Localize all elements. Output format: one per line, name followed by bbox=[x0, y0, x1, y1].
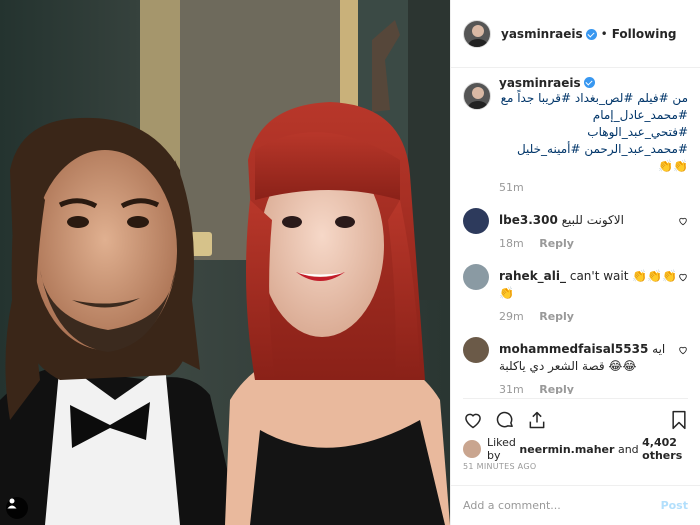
likes-joiner: and bbox=[617, 442, 639, 456]
comment-meta: 18m Reply bbox=[499, 237, 679, 250]
comment-username[interactable]: mohammedfaisal5535 bbox=[499, 342, 648, 356]
comment-time: 18m bbox=[499, 237, 524, 250]
caption-text: من #فيلم #لص_بغداد #قريبا جداً مع #محمد_… bbox=[500, 91, 688, 173]
heart-icon[interactable] bbox=[463, 410, 483, 430]
post-photo[interactable] bbox=[0, 0, 450, 525]
likes-prefix: Liked by bbox=[487, 436, 516, 462]
reply-button[interactable]: Reply bbox=[539, 310, 574, 323]
comment-time: 31m bbox=[499, 383, 524, 394]
caption-time: 51m bbox=[499, 181, 524, 194]
caption: yasminraeis من #فيلم #لص_بغداد #قريبا جد… bbox=[463, 76, 688, 194]
comment-icon[interactable] bbox=[495, 410, 515, 430]
comment-item: rahek_ali_ can't wait 👏👏👏👏 29m Reply bbox=[463, 264, 688, 323]
post-timestamp: 51 MINUTES AGO bbox=[463, 462, 537, 471]
liked-by-user[interactable]: neermin.maher bbox=[519, 443, 614, 456]
comment-username[interactable]: lbe3.300 bbox=[499, 213, 558, 227]
comments-list[interactable]: yasminraeis من #فيلم #لص_بغداد #قريبا جد… bbox=[451, 76, 700, 394]
comment-avatar[interactable] bbox=[463, 337, 489, 363]
comment-meta: 29m Reply bbox=[499, 310, 679, 323]
separator-dot: • bbox=[600, 26, 608, 41]
heart-icon[interactable] bbox=[678, 345, 688, 355]
add-comment-bar: Post bbox=[451, 485, 700, 525]
avatar[interactable] bbox=[463, 19, 491, 48]
comment-line: lbe3.300 الاكونت للبيع bbox=[499, 212, 679, 229]
post-actions bbox=[463, 398, 688, 432]
user-tag-icon[interactable] bbox=[6, 497, 28, 519]
verified-badge-icon bbox=[583, 77, 595, 88]
instagram-post: yasminraeis • Following yasminraeis من #… bbox=[0, 0, 700, 525]
following-button[interactable]: Following bbox=[612, 27, 677, 41]
comment-avatar[interactable] bbox=[463, 208, 489, 234]
caption-avatar[interactable] bbox=[463, 82, 491, 110]
heart-icon[interactable] bbox=[678, 272, 688, 282]
comment-meta: 31m Reply bbox=[499, 383, 679, 394]
comment-time: 29m bbox=[499, 310, 524, 323]
comment-line: mohammedfaisal5535 ايه قصة الشعر دي ياكل… bbox=[499, 341, 679, 375]
likes-count[interactable]: 4,402 others bbox=[642, 436, 688, 462]
caption-username[interactable]: yasminraeis bbox=[499, 76, 581, 90]
caption-header: yasminraeis bbox=[499, 76, 688, 90]
post-button[interactable]: Post bbox=[661, 499, 688, 512]
post-side-panel: yasminraeis • Following yasminraeis من #… bbox=[450, 0, 700, 525]
post-header: yasminraeis • Following bbox=[451, 0, 700, 68]
comment-line: rahek_ali_ can't wait 👏👏👏👏 bbox=[499, 268, 679, 302]
caption-body: yasminraeis من #فيلم #لص_بغداد #قريبا جد… bbox=[499, 76, 688, 194]
verified-badge-icon bbox=[585, 29, 597, 40]
comment-item: mohammedfaisal5535 ايه قصة الشعر دي ياكل… bbox=[463, 337, 688, 394]
share-icon[interactable] bbox=[527, 410, 547, 430]
header-username[interactable]: yasminraeis bbox=[501, 27, 583, 41]
reply-button[interactable]: Reply bbox=[539, 237, 574, 250]
comment-item: lbe3.300 الاكونت للبيع 18m Reply bbox=[463, 208, 688, 250]
likes-summary: Liked by neermin.maher and 4,402 others bbox=[463, 436, 688, 462]
heart-icon[interactable] bbox=[678, 216, 688, 226]
comment-avatar[interactable] bbox=[463, 264, 489, 290]
photo-illustration bbox=[0, 0, 450, 525]
comment-text: الاكونت للبيع bbox=[561, 213, 624, 227]
comment-input[interactable] bbox=[463, 499, 661, 512]
comment-username[interactable]: rahek_ali_ bbox=[499, 269, 566, 283]
avatar[interactable] bbox=[463, 440, 481, 458]
reply-button[interactable]: Reply bbox=[539, 383, 574, 394]
bookmark-icon[interactable] bbox=[670, 410, 688, 430]
